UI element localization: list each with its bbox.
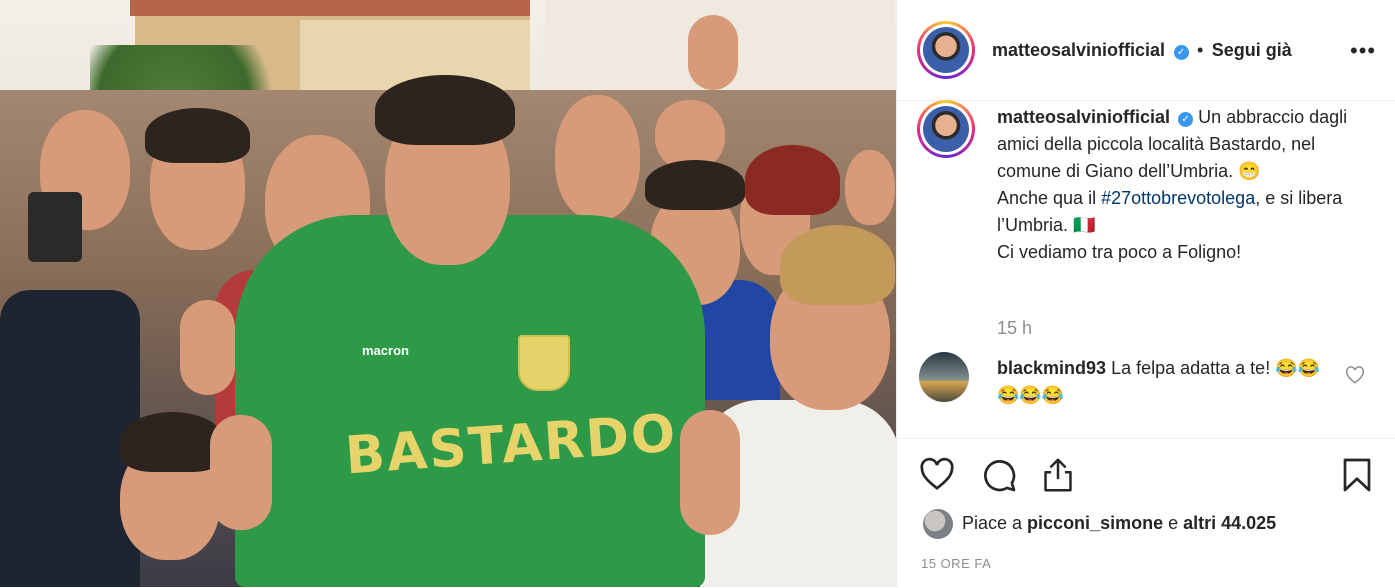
author-avatar[interactable] (917, 21, 975, 79)
author-username[interactable]: matteosalviniofficial (992, 40, 1165, 60)
commenter-avatar[interactable] (919, 352, 969, 402)
verified-badge-icon: ✓ (1173, 45, 1189, 60)
comment-icon[interactable] (981, 457, 1017, 493)
thumb-up-hand (180, 300, 235, 395)
waving-hand (688, 15, 738, 90)
thumb-up-hand (210, 415, 272, 530)
post-photo[interactable]: macron BASTARDO (0, 0, 896, 587)
caption-relative-time[interactable]: 15 h (997, 318, 1032, 339)
comment-heart-icon[interactable] (1345, 366, 1365, 384)
liker-avatar[interactable] (923, 509, 953, 539)
more-horizontal-icon[interactable]: ••• (1350, 38, 1376, 64)
hoodie-brand: macron (362, 343, 409, 358)
avatar-image (923, 106, 969, 152)
person-left (0, 290, 140, 587)
caption-author-avatar[interactable] (917, 100, 975, 158)
separator-dot: • (1196, 40, 1204, 60)
face (845, 150, 895, 225)
hair (145, 108, 250, 163)
hair (780, 225, 895, 305)
hair (645, 160, 745, 210)
commenter-username[interactable]: blackmind93 (997, 358, 1106, 378)
likes-prefix: Piace a (962, 513, 1028, 533)
comment: blackmind93 La felpa adatta a te! 😂😂😂😂😂 (997, 355, 1327, 409)
likes-others-link[interactable]: altri 44.025 (1183, 513, 1276, 533)
green-hoodie (235, 215, 705, 587)
hashtag-link[interactable]: #27ottobrevotolega (1101, 188, 1255, 208)
avatar-image (923, 27, 969, 73)
verified-badge-icon: ✓ (1178, 112, 1194, 127)
liker-username[interactable]: picconi_simone (1027, 513, 1163, 533)
following-button[interactable]: Segui già (1212, 40, 1292, 60)
thumb-up-hand (680, 410, 740, 535)
caption-username[interactable]: matteosalviniofficial (997, 107, 1170, 127)
bookmark-icon[interactable] (1342, 457, 1372, 493)
hair (375, 75, 515, 145)
post-sidebar: matteosalviniofficial ✓ • Segui già ••• … (896, 0, 1395, 587)
heart-icon[interactable] (919, 457, 955, 491)
likes-summary: Piace a picconi_simone e altri 44.025 (962, 513, 1276, 534)
caption-text-3: Ci vediamo tra poco a Foligno! (997, 242, 1242, 262)
hoodie-crest (518, 335, 570, 391)
face (555, 95, 640, 220)
caption-text-2-pre: Anche qua il (997, 188, 1102, 208)
post-caption: matteosalviniofficial ✓ Un abbraccio dagl… (997, 104, 1367, 266)
hair (745, 145, 840, 215)
post-header: matteosalviniofficial ✓ • Segui già ••• (897, 0, 1395, 101)
smartphone (28, 192, 82, 262)
post-timestamp[interactable]: 15 ORE FA (921, 556, 991, 571)
share-icon[interactable] (1041, 457, 1075, 493)
post-actions: Piace a picconi_simone e altri 44.025 15… (897, 438, 1395, 588)
likes-middle: e (1163, 513, 1184, 533)
background-roof (130, 0, 530, 16)
